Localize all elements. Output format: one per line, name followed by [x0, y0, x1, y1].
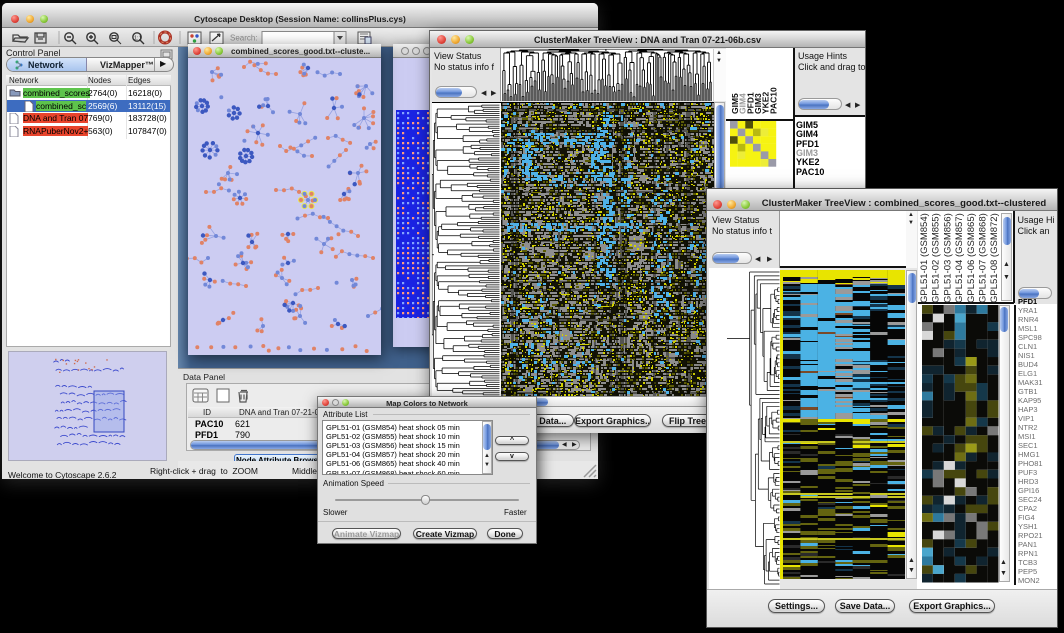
svg-text:GPL51-07 (GSM868): GPL51-07 (GSM868)	[978, 213, 989, 303]
svg-text:GPL51-03 (GSM856): GPL51-03 (GSM856)	[942, 213, 953, 303]
svg-text:Search:: Search:	[230, 34, 258, 43]
svg-text:GPL51-01 (GSM854): GPL51-01 (GSM854)	[919, 213, 930, 303]
svg-text:PAC10: PAC10	[768, 87, 778, 114]
svg-text:GPL51-06 (GSM865): GPL51-06 (GSM865)	[966, 213, 977, 303]
svg-text:1:1: 1:1	[134, 36, 142, 42]
svg-text:GPL51-08 (GSM872): GPL51-08 (GSM872)	[989, 213, 1000, 303]
svg-text:GPL51-04 (GSM857): GPL51-04 (GSM857)	[954, 213, 965, 303]
svg-text:GPL51-02 (GSM855): GPL51-02 (GSM855)	[931, 213, 942, 303]
